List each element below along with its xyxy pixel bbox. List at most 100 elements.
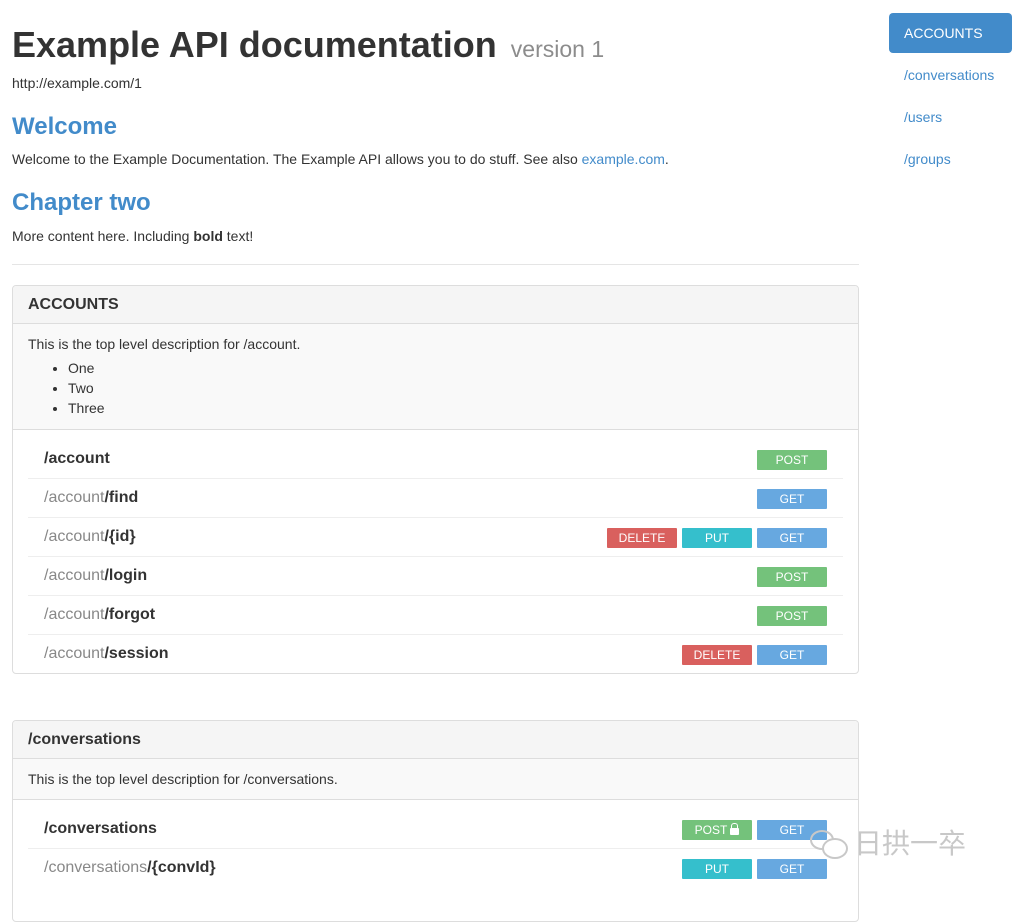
get-method-badge[interactable]: GET xyxy=(757,489,827,509)
endpoint-row[interactable]: /account/find GET xyxy=(28,479,843,518)
endpoint-path[interactable]: /account xyxy=(44,450,110,468)
endpoint-path[interactable]: /account/forgot xyxy=(44,606,155,624)
sidebar-item-groups[interactable]: /groups xyxy=(889,139,1012,179)
put-method-badge[interactable]: PUT xyxy=(682,859,752,879)
panel-description: This is the top level description for /a… xyxy=(13,324,858,430)
list-item: Two xyxy=(68,378,843,398)
welcome-period: . xyxy=(664,151,669,167)
endpoint-row[interactable]: /account/login POST xyxy=(28,557,843,596)
sidebar-item-users[interactable]: /users xyxy=(889,97,1012,137)
endpoint-row[interactable]: /account POST xyxy=(28,440,843,479)
method-label: POST xyxy=(775,453,809,467)
method-label: PUT xyxy=(705,862,729,876)
endpoint-row[interactable]: /conversations POST GET xyxy=(28,810,843,849)
get-method-badge[interactable]: GET xyxy=(757,528,827,548)
endpoint-row[interactable]: /account/forgot POST xyxy=(28,596,843,635)
base-url: http://example.com/1 xyxy=(12,75,142,91)
chapter-two-heading: Chapter two xyxy=(12,189,151,216)
conversations-panel: /conversations This is the top level desc… xyxy=(12,720,859,922)
description-text: This is the top level description for /a… xyxy=(28,336,301,352)
endpoint-prefix: /account xyxy=(44,567,105,584)
list-item: Three xyxy=(68,398,843,418)
endpoint-path[interactable]: /account/{id} xyxy=(44,528,136,546)
welcome-body: Welcome to the Example Documentation. Th… xyxy=(12,151,582,167)
endpoint-path[interactable]: /account/login xyxy=(44,567,147,585)
method-badges: POST xyxy=(757,606,827,626)
endpoint-path[interactable]: /account/find xyxy=(44,489,138,507)
method-label: GET xyxy=(779,531,805,545)
wechat-icon xyxy=(808,827,848,859)
endpoint-prefix: /conversations xyxy=(44,859,148,876)
method-label: DELETE xyxy=(693,648,741,662)
method-label: PUT xyxy=(705,531,729,545)
get-method-badge[interactable]: GET xyxy=(757,645,827,665)
endpoint-path[interactable]: /account/session xyxy=(44,645,169,663)
welcome-heading: Welcome xyxy=(12,113,117,140)
page-title: Example API documentation version 1 xyxy=(12,24,604,70)
panel-description: This is the top level description for /c… xyxy=(13,759,858,800)
sidebar-item-accounts[interactable]: ACCOUNTS xyxy=(889,13,1012,53)
chapter-two-bold: bold xyxy=(193,228,223,244)
post-method-badge[interactable]: POST xyxy=(757,450,827,470)
description-text: This is the top level description for /c… xyxy=(28,771,338,787)
endpoint-row[interactable]: /conversations/{convId} PUT GET xyxy=(28,849,843,887)
endpoint-prefix: /account xyxy=(44,645,105,662)
post-method-badge[interactable]: POST xyxy=(682,820,752,840)
method-badges: POST xyxy=(757,567,827,587)
method-badges: DELETE PUT GET xyxy=(607,528,827,548)
method-badges: DELETE GET xyxy=(682,645,827,665)
endpoint-prefix: /account xyxy=(44,489,105,506)
endpoint-suffix: /account xyxy=(44,450,110,467)
endpoint-prefix: /account xyxy=(44,528,105,545)
method-label: POST xyxy=(775,609,809,623)
endpoint-suffix: /find xyxy=(104,489,139,506)
put-method-badge[interactable]: PUT xyxy=(682,528,752,548)
description-list: OneTwoThree xyxy=(28,358,843,418)
method-badges: POST GET xyxy=(682,820,827,840)
endpoint-row[interactable]: /account/{id} DELETE PUT GET xyxy=(28,518,843,557)
watermark: 日拱一卒 xyxy=(808,822,966,862)
panel-heading: /conversations xyxy=(13,721,858,759)
post-method-badge[interactable]: POST xyxy=(757,606,827,626)
version-label: version 1 xyxy=(510,36,605,62)
get-method-badge[interactable]: GET xyxy=(757,859,827,879)
list-item: One xyxy=(68,358,843,378)
method-label: GET xyxy=(779,492,805,506)
delete-method-badge[interactable]: DELETE xyxy=(607,528,677,548)
sidebar-item-conversations[interactable]: /conversations xyxy=(889,55,1012,95)
endpoint-suffix: /{convId} xyxy=(147,859,216,876)
post-method-badge[interactable]: POST xyxy=(757,567,827,587)
endpoint-list: /account POST/account/find GET/account/{id… xyxy=(13,430,858,673)
lock-icon xyxy=(730,823,740,835)
method-label: DELETE xyxy=(618,531,666,545)
sidebar-nav: ACCOUNTS/conversations/users/groups xyxy=(889,13,1012,181)
example-link[interactable]: example.com xyxy=(582,151,665,167)
method-label: GET xyxy=(779,648,805,662)
divider xyxy=(12,264,859,265)
method-label: GET xyxy=(779,862,805,876)
endpoint-suffix: /conversations xyxy=(44,820,157,837)
endpoint-prefix: /account xyxy=(44,606,105,623)
endpoint-suffix: /session xyxy=(104,645,169,662)
watermark-text: 日拱一卒 xyxy=(854,827,967,860)
method-label: GET xyxy=(779,823,805,837)
endpoint-list: /conversations POST GET/conversations/{con… xyxy=(13,800,858,887)
endpoint-suffix: /{id} xyxy=(104,528,136,545)
page-title-text: Example API documentation xyxy=(12,24,497,65)
chapter-two-tail: text! xyxy=(222,228,254,244)
endpoint-row[interactable]: /account/session DELETE GET xyxy=(28,635,843,673)
endpoint-path[interactable]: /conversations/{convId} xyxy=(44,859,216,877)
delete-method-badge[interactable]: DELETE xyxy=(682,645,752,665)
welcome-text: Welcome to the Example Documentation. Th… xyxy=(12,151,669,167)
chapter-two-body: More content here. Including xyxy=(12,228,194,244)
method-badges: PUT GET xyxy=(682,859,827,879)
accounts-panel: ACCOUNTS This is the top level descriptio… xyxy=(12,285,859,674)
chapter-two-text: More content here. Including bold text! xyxy=(12,228,253,244)
endpoint-suffix: /forgot xyxy=(104,606,156,623)
endpoint-path[interactable]: /conversations xyxy=(44,820,157,838)
method-label: POST xyxy=(694,823,728,837)
panel-heading: ACCOUNTS xyxy=(13,286,858,324)
method-label: POST xyxy=(775,570,809,584)
method-badges: GET xyxy=(757,489,827,509)
method-badges: POST xyxy=(757,450,827,470)
